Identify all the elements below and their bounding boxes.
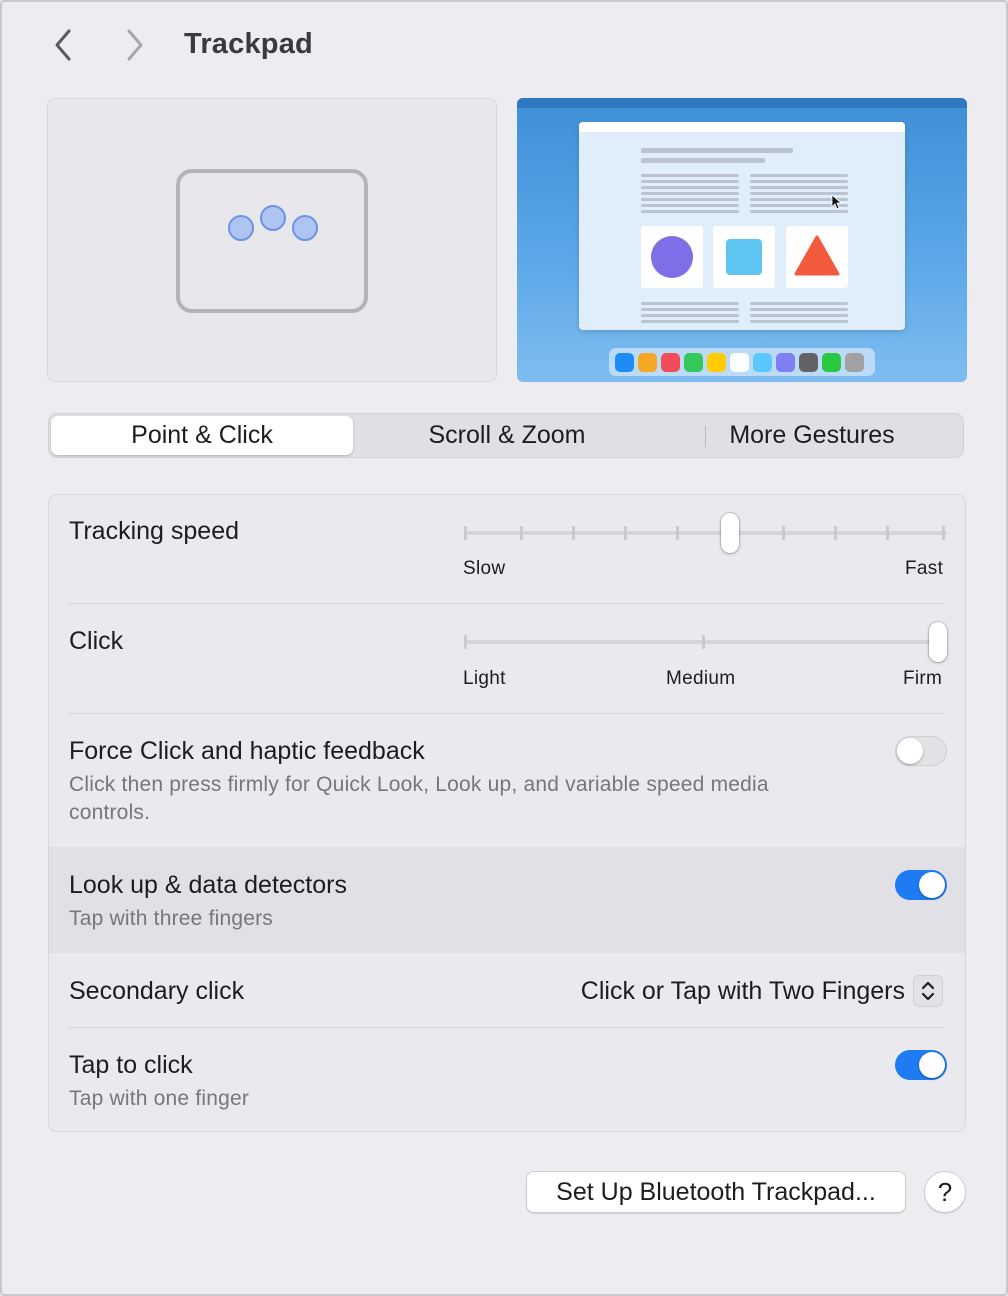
- dock-app-icon: [615, 352, 634, 372]
- tracking-speed-thumb[interactable]: [721, 513, 739, 553]
- tab-more-gestures[interactable]: More Gestures: [661, 416, 963, 455]
- force-click-toggle[interactable]: [895, 736, 947, 766]
- tap-to-click-label: Tap to click: [69, 1051, 193, 1079]
- dock-app-icon: [684, 352, 703, 372]
- tab-bar: Point & Click Scroll & Zoom More Gesture…: [48, 413, 964, 458]
- tap-to-click-description: Tap with one finger: [69, 1087, 250, 1110]
- three-finger-trackpad-icon: [176, 169, 368, 313]
- help-button[interactable]: ?: [924, 1171, 966, 1213]
- chevron-left-icon: [55, 29, 71, 61]
- secondary-click-label: Secondary click: [69, 977, 245, 1005]
- lookup-label: Look up & data detectors: [69, 871, 347, 899]
- forward-button[interactable]: [118, 28, 152, 62]
- dock-app-icon: [799, 352, 818, 372]
- tab-scroll-zoom[interactable]: Scroll & Zoom: [355, 416, 659, 455]
- medium-label: Medium: [666, 668, 736, 689]
- finger-dot: [260, 205, 286, 231]
- click-label: Click: [69, 627, 124, 655]
- desktop-preview: [517, 98, 967, 382]
- dock-app-icon: [776, 352, 795, 372]
- preview-menubar: [517, 98, 967, 108]
- lookup-toggle[interactable]: [895, 870, 947, 900]
- preview-titlebar: [579, 122, 905, 132]
- firm-label: Firm: [903, 668, 943, 689]
- tap-to-click-toggle[interactable]: [895, 1050, 947, 1080]
- slider-track: [465, 531, 947, 535]
- preview-card-triangle: [786, 226, 848, 288]
- finger-dot: [292, 215, 318, 241]
- lookup-description: Tap with three fingers: [69, 907, 274, 930]
- preview-card-square: [713, 226, 775, 288]
- click-pressure-thumb[interactable]: [929, 622, 947, 662]
- cursor-icon: [831, 194, 843, 210]
- dock-app-icon: [638, 352, 657, 372]
- slow-label: Slow: [463, 558, 506, 579]
- force-click-label: Force Click and haptic feedback: [69, 737, 425, 765]
- finger-dot: [228, 215, 254, 241]
- settings-window: Trackpad Point & Click Scroll & Zoom Mor…: [0, 0, 1008, 1296]
- lookup-row-highlight: [49, 847, 965, 953]
- dock-app-icon: [753, 352, 772, 372]
- back-button[interactable]: [46, 28, 80, 62]
- gesture-preview: [47, 98, 497, 382]
- slider-track: [465, 640, 947, 644]
- force-click-description: Click then press firmly for Quick Look, …: [69, 773, 769, 824]
- page-title: Trackpad: [184, 28, 313, 60]
- dock-app-icon: [707, 352, 726, 372]
- preview-document: [579, 122, 905, 330]
- dock-app-icon: [730, 352, 749, 372]
- setup-bluetooth-trackpad-button[interactable]: Set Up Bluetooth Trackpad...: [526, 1171, 906, 1213]
- tab-point-click[interactable]: Point & Click: [51, 416, 353, 455]
- chevron-right-icon: [127, 29, 143, 61]
- tracking-speed-label: Tracking speed: [69, 517, 239, 545]
- light-label: Light: [463, 668, 506, 689]
- fast-label: Fast: [905, 558, 944, 579]
- secondary-click-value: Click or Tap with Two Fingers: [580, 976, 905, 1005]
- dock-app-icon: [845, 352, 864, 372]
- preview-card-circle: [641, 226, 703, 288]
- dock-app-icon: [661, 352, 680, 372]
- preview-dock: [609, 348, 875, 376]
- up-down-chevron-icon: [913, 975, 943, 1007]
- settings-list: Tracking speed Slow Fast Click Light Med…: [48, 494, 966, 1132]
- dock-app-icon: [822, 352, 841, 372]
- secondary-click-popup[interactable]: Click or Tap with Two Fingers: [581, 973, 943, 1009]
